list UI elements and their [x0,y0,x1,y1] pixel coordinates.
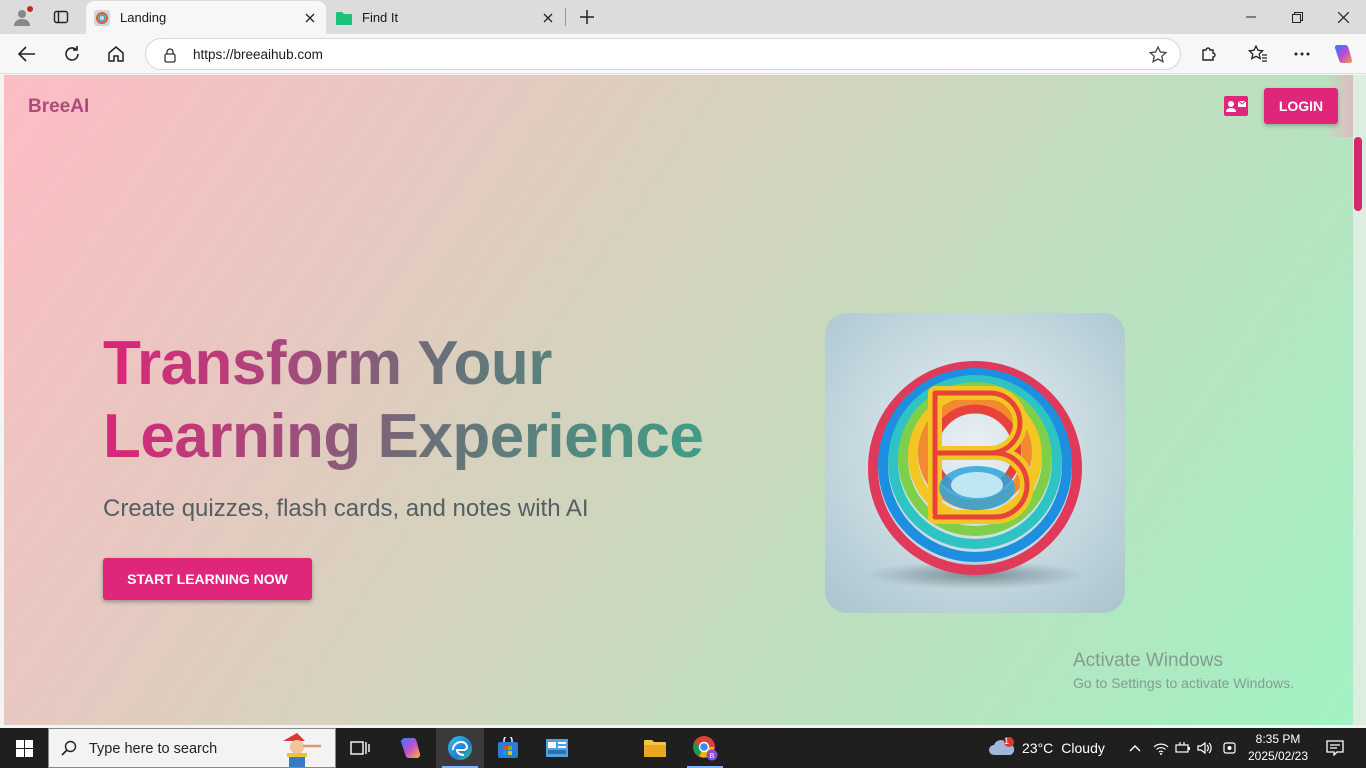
browser-tabstrip: Landing Find It [0,0,1366,34]
edge-taskbar-button[interactable] [436,728,484,768]
hero-title-line2: Learning Experience [103,402,704,471]
control-panel-icon [546,739,568,757]
close-window-button[interactable] [1320,0,1366,34]
lock-icon[interactable] [162,47,178,63]
notification-dot [27,6,33,12]
favorites-button[interactable] [1243,39,1273,69]
activate-windows-watermark: Activate Windows Go to Settings to activ… [1073,650,1294,691]
chrome-icon: B [693,736,718,761]
clock-date: 2025/02/23 [1247,749,1309,763]
back-arrow-icon [18,46,35,62]
restore-icon [1291,11,1303,23]
weather-badge: 1 [1004,736,1010,746]
tab-separator [565,8,566,26]
restore-button[interactable] [1274,0,1320,34]
copilot-icon [1334,45,1353,63]
folder-icon [644,740,666,757]
clock-time: 8:35 PM [1255,732,1301,746]
more-dots-icon [1294,52,1310,56]
wifi-icon [1153,743,1169,755]
task-view-icon [350,741,370,755]
address-bar[interactable]: https://breeaihub.com [145,38,1181,70]
plus-icon [580,10,594,24]
hero-title: Transform Your Learning Experience [103,327,703,473]
home-icon [108,46,124,62]
hero-image [825,313,1125,613]
tab-landing[interactable]: Landing [86,1,326,34]
page-viewport: BreeAI LOGIN Transform Your Learning Exp… [4,75,1353,725]
volume-tray-button[interactable] [1194,728,1216,768]
close-icon [1337,11,1349,23]
back-button[interactable] [12,39,42,69]
url-text[interactable]: https://breeaihub.com [193,47,323,62]
tab-title: Find It [362,10,399,25]
taskbar-clock[interactable]: 8:35 PM 2025/02/23 [1243,731,1313,765]
tab-actions-button[interactable] [48,4,74,30]
cloudy-weather-icon [989,737,1015,755]
favorites-icon [1248,45,1267,62]
battery-tray-button[interactable] [1172,728,1194,768]
refresh-icon [65,46,79,61]
microsoft-store-icon [498,737,518,758]
puzzle-icon [1202,47,1216,61]
search-icon [61,740,77,756]
more-menu-button[interactable] [1287,39,1317,69]
weather-temp: 23°C [1022,740,1054,756]
network-tray-button[interactable] [1150,728,1172,768]
refresh-button[interactable] [57,39,87,69]
new-tab-button[interactable] [574,4,600,30]
contact-card-icon[interactable] [1224,96,1248,116]
minimize-button[interactable] [1228,0,1274,34]
brand-logo[interactable]: BreeAI [28,96,89,118]
weather-widget[interactable]: 1 23°C Cloudy [988,728,1105,768]
tab-title: Landing [120,10,167,25]
task-view-button[interactable] [336,728,384,768]
taskbar-search[interactable]: Type here to search [48,728,336,768]
start-button[interactable] [0,728,48,768]
copilot-taskbar-button[interactable] [386,728,434,768]
page-scrollbar[interactable] [1353,75,1366,725]
breeai-favicon-icon [94,9,110,26]
activate-windows-title: Activate Windows [1073,650,1223,671]
windows-taskbar: Type here to search B 1 23°C Cloudy 8:35… [0,728,1366,768]
profile-button[interactable] [8,4,36,30]
copilot-icon [400,738,421,758]
scrollbar-thumb[interactable] [1354,137,1362,211]
svg-text:B: B [710,753,715,760]
search-placeholder: Type here to search [89,741,218,757]
activate-windows-hint: Go to Settings to activate Windows. [1073,675,1294,691]
weather-condition: Cloudy [1061,740,1105,756]
tab-find-it[interactable]: Find It [328,1,564,34]
hero-subtitle: Create quizzes, flash cards, and notes w… [103,495,589,522]
chrome-taskbar-button[interactable]: B [681,728,729,768]
windows-logo-icon [15,739,33,757]
browser-toolbar: https://breeaihub.com [0,34,1366,74]
chevron-up-icon [1129,745,1141,752]
folder-favicon-icon [336,10,352,26]
rainbow-b-logo-icon [865,361,1085,589]
hero-title-line1: Transform Your [103,329,552,398]
tab-actions-icon [53,10,69,24]
extensions-button[interactable] [1194,39,1224,69]
file-explorer-taskbar-button[interactable] [631,728,679,768]
store-taskbar-button[interactable] [484,728,532,768]
notifications-button[interactable] [1318,728,1352,768]
battery-plug-icon [1175,742,1190,753]
start-learning-button[interactable]: START LEARNING NOW [103,558,312,600]
meet-now-tray-button[interactable] [1219,728,1241,768]
login-button[interactable]: LOGIN [1264,88,1338,124]
close-tab-icon[interactable] [298,6,322,30]
copilot-button[interactable] [1328,39,1358,69]
favorite-star-icon[interactable] [1148,45,1168,65]
control-panel-taskbar-button[interactable] [533,728,581,768]
search-highlight-pinocchio-icon [283,733,321,767]
home-button[interactable] [101,39,131,69]
close-tab-icon[interactable] [536,6,560,30]
speaker-icon [1197,741,1212,755]
notification-center-icon [1326,740,1344,756]
minimize-icon [1246,16,1256,18]
show-hidden-icons-button[interactable] [1124,728,1146,768]
meet-now-icon [1223,742,1236,754]
edge-icon [448,736,472,760]
